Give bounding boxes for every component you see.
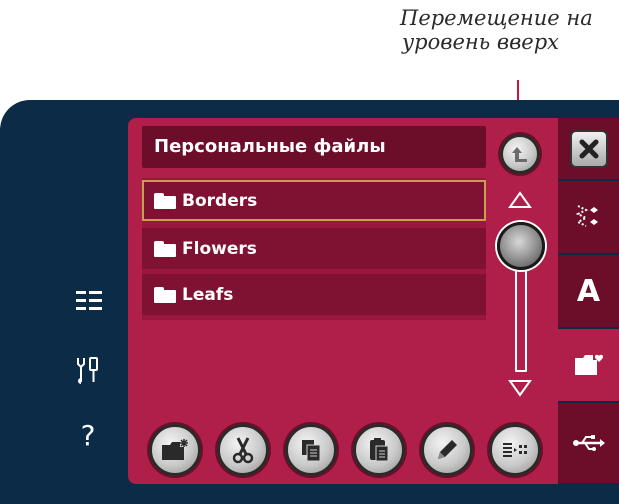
callout-label: Перемещение на уровень вверх — [400, 6, 615, 54]
cut-button[interactable] — [217, 424, 269, 476]
paste-button[interactable] — [353, 424, 405, 476]
new-folder-button[interactable] — [149, 424, 201, 476]
list-view-icon — [503, 443, 527, 457]
callout-line-2: уровень вверх — [402, 30, 560, 54]
edit-button[interactable] — [421, 424, 473, 476]
font-icon: A — [576, 273, 601, 309]
new-folder-icon — [162, 439, 188, 460]
scrollbar-thumb[interactable] — [497, 222, 545, 270]
scroll-up-arrow[interactable] — [508, 190, 532, 210]
usb-icon — [572, 435, 605, 451]
edit-icon — [438, 440, 457, 459]
personal-folder-icon — [574, 354, 603, 375]
tab-stitches[interactable] — [558, 181, 619, 254]
list-item[interactable]: Leafs — [142, 274, 486, 315]
close-button[interactable] — [558, 118, 619, 180]
copy-button[interactable] — [285, 424, 337, 476]
list-icon[interactable] — [76, 290, 102, 312]
view-toggle-button[interactable] — [489, 424, 541, 476]
cut-icon — [232, 437, 254, 464]
tab-fonts[interactable]: A — [558, 255, 619, 328]
help-glyph: ? — [80, 418, 96, 452]
folder-label: Borders — [182, 190, 258, 211]
callout-line-1: Перемещение на — [400, 6, 593, 30]
folder-label: Leafs — [182, 284, 234, 305]
folder-icon — [154, 286, 176, 303]
copy-icon — [302, 440, 321, 462]
file-list: Borders Flowers Leafs — [142, 178, 486, 320]
tab-usb[interactable] — [558, 403, 619, 484]
page-title: Персональные файлы — [142, 126, 486, 168]
folder-label: Flowers — [182, 238, 257, 259]
close-icon — [569, 129, 608, 168]
stitch-icon — [575, 205, 598, 227]
tools-icon[interactable] — [74, 356, 102, 384]
right-tab-bar: A — [558, 118, 619, 484]
paste-icon — [370, 438, 389, 462]
scroll-down-arrow[interactable] — [508, 378, 532, 398]
list-item[interactable]: Flowers — [142, 228, 486, 269]
list-item[interactable]: Borders — [142, 180, 486, 221]
folder-icon — [154, 240, 176, 257]
arrow-up-level-icon — [512, 147, 527, 162]
help-icon[interactable]: ? — [74, 418, 102, 452]
tab-personal-files[interactable] — [558, 329, 619, 402]
up-level-button[interactable] — [500, 134, 540, 174]
folder-icon — [154, 192, 176, 209]
